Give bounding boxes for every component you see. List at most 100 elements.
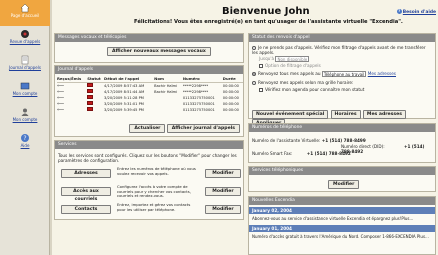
messages-panel-title: Messages vocaux et télécopies [55, 34, 243, 42]
account-icon [21, 108, 29, 116]
account-icon [20, 82, 30, 90]
option-label: Renvoyez mes appels selon ma grille hora… [258, 80, 354, 85]
until-label: Jusqu'à [259, 56, 275, 61]
until-row: Jusqu'à Non disponible [259, 56, 310, 62]
agenda-checkbox[interactable] [259, 88, 263, 92]
call-log-table: Reçus/Émis Statut Début de l'appel Nom N… [57, 76, 243, 113]
email-access-button[interactable]: Accès aux courriels [61, 187, 111, 202]
agenda-label: Vérifiez mon agenda pour connaître mon s… [265, 87, 365, 92]
phone-numbers-panel: Numéros de téléphone Numéro de l'assista… [248, 123, 436, 163]
missed-status-icon [87, 83, 94, 87]
news-date: January 02, 2004 [249, 207, 435, 214]
filter-checkbox[interactable] [259, 64, 263, 68]
news-text: Numéro d'accès gratuit à travers l'Améri… [252, 234, 429, 239]
call-name-cell [154, 107, 183, 113]
sidebar-item-label: Revue d'appels [9, 39, 41, 44]
service-row-addresses: Adresses Entrez les numéros de téléphone… [59, 166, 243, 181]
schedule-radio[interactable] [252, 81, 256, 85]
svg-text:?: ? [23, 135, 26, 142]
service-row-contacts: Contacts Entrez, importez et gérez vos c… [59, 202, 243, 217]
home-icon [20, 3, 30, 13]
show-call-log-button[interactable]: Afficher journal d'appels [166, 124, 240, 133]
sidebar-item-label: Mon compte [12, 117, 38, 122]
service-row-email-access: Accès aux courriels Configurez l'accès à… [59, 184, 243, 202]
option-label: Renvoyez tous mes appels au [258, 71, 321, 76]
help-icon: ? [21, 134, 29, 142]
option-label: Je ne prends pas d'appels. Vérifiez mon … [252, 45, 426, 55]
missed-status-icon [87, 95, 94, 99]
sidebar: Page d'accueil Revue d'appels Journal d'… [0, 0, 50, 255]
call-log-panel-title: Journal d'appels [55, 66, 243, 74]
sidebar-item-help[interactable]: ? Aide [0, 130, 50, 156]
edit-telephone-services-button[interactable]: Modifier [328, 180, 360, 189]
edit-email-access-button[interactable]: Modifier [205, 187, 241, 196]
assistant-number-value: +1 (514) 788-8499 [321, 138, 366, 143]
filter-label: Option de filtrage d'appels [265, 63, 321, 68]
call-log-panel: Journal d'appels Reçus/Émis Statut Début… [54, 65, 244, 137]
page-header: Bienvenue John Félicitations! Vous êtes … [52, 6, 438, 30]
sidebar-item-label: Page d'accueil [10, 13, 40, 18]
until-select[interactable]: Non disponible [275, 56, 310, 62]
news-panel: Nouvelles Excendia January 02, 2004 Abon… [248, 196, 436, 255]
forwarding-status-panel: Statut des renvois d'appel Je ne prends … [248, 33, 436, 128]
filter-row: Option de filtrage d'appels [259, 63, 321, 68]
schedules-button[interactable]: Horaires [330, 110, 361, 119]
phone-icon [21, 30, 29, 38]
assistant-number-label: Numéro de l'assistante Virtuelle: [252, 138, 321, 143]
incoming-call-icon: ⟸ [57, 106, 65, 113]
messages-panel: Messages vocaux et télécopies Afficher n… [54, 33, 244, 63]
addresses-button[interactable]: Adresses [61, 169, 111, 178]
smartfax-number-row: Numéro Smart Fax: +1 (514) 788-8492 [252, 151, 351, 156]
forward-all-radio[interactable] [252, 72, 256, 76]
news-date: January 01, 2004 [249, 225, 435, 232]
option-no-calls: Je ne prends pas d'appels. Vérifiez mon … [252, 45, 432, 55]
telephone-services-title: Services téléphoniques [249, 167, 435, 175]
agenda-row: Vérifiez mon agenda pour connaître mon s… [259, 87, 364, 92]
smartfax-number-value: +1 (514) 788-8492 [306, 151, 351, 156]
services-description: Tous les services sont configurés. Cliqu… [58, 153, 237, 163]
missed-status-icon [87, 107, 94, 111]
direct-number-row: Numéro direct (DID): +1 (514) 788-8492 [341, 144, 435, 154]
show-new-voicemails-button[interactable]: Afficher nouveaux messages vocaux [107, 47, 211, 56]
help-link-label: Besoin d'aide [402, 10, 436, 15]
sidebar-item-home[interactable]: Page d'accueil [0, 0, 50, 26]
help-icon: ? [396, 9, 402, 14]
new-special-event-button[interactable]: Nouvel événement spécial [252, 110, 329, 119]
help-link[interactable]: ? Besoin d'aide [396, 9, 436, 15]
sidebar-item-label: Journal d'appels [9, 65, 41, 70]
sidebar-item-call-review[interactable]: Revue d'appels [0, 26, 50, 52]
sidebar-item-label: Mon compte [12, 91, 38, 96]
assistant-number-row: Numéro de l'assistante Virtuelle: +1 (51… [252, 138, 366, 143]
service-description: Entrez, importez et gérez vos contacts p… [117, 202, 191, 212]
refresh-button[interactable]: Actualiser [129, 124, 166, 133]
sidebar-item-call-log[interactable]: Journal d'appels [0, 52, 50, 78]
services-panel: Services Tous les services sont configur… [54, 140, 244, 220]
edit-contacts-button[interactable]: Modifier [205, 205, 241, 214]
call-duration-cell: 00:00:00 [222, 107, 239, 112]
page-title: Bienvenue John [222, 6, 310, 17]
main-content: Bienvenue John Félicitations! Vous êtes … [52, 0, 438, 255]
contacts-button[interactable]: Contacts [61, 205, 111, 214]
call-number-cell: 01133275750001 [182, 107, 215, 112]
phone-numbers-title: Numéros de téléphone [249, 124, 435, 132]
news-text: Abonnez-vous au service d'assistance vir… [252, 216, 414, 221]
page-subtitle: Félicitations! Vous êtes enregistré(e) e… [134, 19, 403, 25]
service-description: Configurez l'accès à votre compte de cou… [117, 184, 191, 199]
my-addresses-link[interactable]: Mes adresses [368, 71, 396, 76]
table-row[interactable]: ⟸ 3/20/2009 5:39:45 PM 01133275750001 00… [57, 107, 243, 113]
forwarding-status-title: Statut des renvois d'appel [249, 34, 435, 42]
smartfax-number-label: Numéro Smart Fax: [252, 151, 293, 156]
sidebar-item-account[interactable]: Mon compte [0, 78, 50, 104]
option-forward-all: Renvoyez tous mes appels au Téléphone au… [252, 71, 396, 77]
telephone-services-panel: Services téléphoniques Modifier [248, 166, 436, 192]
option-schedule: Renvoyez mes appels selon ma grille hora… [252, 80, 353, 85]
call-start-cell: 3/20/2009 5:39:45 PM [104, 107, 144, 112]
service-description: Entrez les numéros de téléphone où vous … [117, 166, 196, 176]
my-addresses-button[interactable]: Mes adresses [362, 110, 406, 119]
missed-status-icon [87, 101, 94, 105]
sidebar-item-account-2[interactable]: Mon compte [0, 104, 50, 130]
edit-addresses-button[interactable]: Modifier [205, 169, 241, 178]
forward-target-select[interactable]: Téléphone au travail [321, 71, 367, 77]
call-log-icon [21, 55, 29, 65]
services-panel-title: Services [55, 141, 243, 149]
